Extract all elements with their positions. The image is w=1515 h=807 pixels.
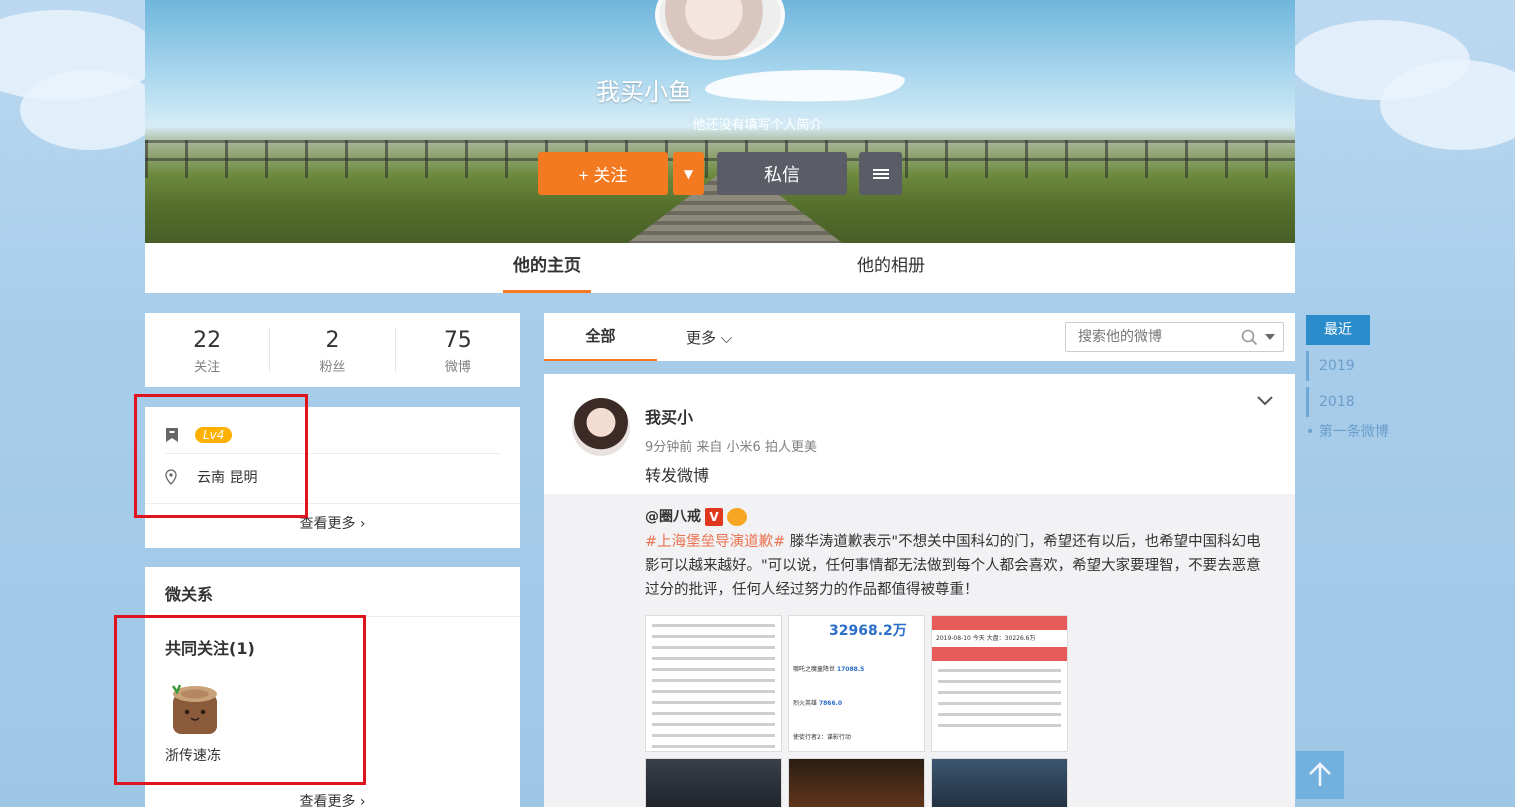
filter-all-tab[interactable]: 全部: [544, 313, 657, 361]
tab-home[interactable]: 他的主页: [503, 243, 591, 293]
cloud-decoration: [1380, 60, 1515, 150]
box-office-row: 烈火英雄 7866.0: [793, 698, 842, 707]
follow-button[interactable]: + 关注: [538, 152, 668, 195]
image-thumbnail[interactable]: 2019-08-10 今天 大盘：30226.6万: [931, 615, 1068, 752]
timeline-year-2018[interactable]: 2018: [1306, 387, 1456, 417]
stat-value: 75: [443, 328, 472, 353]
timeline-year-2019[interactable]: 2019: [1306, 351, 1456, 381]
stat-value: 22: [193, 328, 222, 353]
stat-value: 2: [325, 328, 340, 353]
profile-bio: 他还没有填写个人简介: [0, 114, 1515, 133]
member-icon: [727, 508, 747, 526]
cloud-decoration: [20, 70, 160, 150]
film-value: 17088.5: [836, 666, 865, 673]
hashtag-link[interactable]: #上海堡垒导演道歉#: [645, 534, 785, 550]
more-menu-button[interactable]: [859, 152, 902, 195]
relations-title: 微关系: [165, 585, 214, 604]
relations-more-link[interactable]: 查看更多 ›: [145, 791, 520, 807]
filter-more-dropdown[interactable]: 更多 ⌵: [686, 327, 732, 348]
highlight-box: [134, 394, 308, 518]
post-card: 我买小 9分钟前 来自 小米6 拍人更美 转发微博 @圈八戒 V #上海堡垒导演道…: [544, 374, 1295, 807]
box-office-total: 32968.2万: [829, 620, 907, 640]
profile-nickname: 我买小鱼: [596, 78, 692, 106]
profile-tabbar: 他的主页 他的相册: [145, 243, 1295, 293]
post-author-name[interactable]: 我买小: [645, 404, 693, 428]
profile-bio-text: 他还没有填写个人简介: [692, 118, 823, 133]
repost-body: #上海堡垒导演道歉# 滕华涛道歉表示"不想关中国科幻的门，希望还有以后，也希望中…: [645, 530, 1275, 602]
image-thumbnail[interactable]: [788, 758, 925, 807]
timeline-recent[interactable]: 最近: [1306, 315, 1370, 345]
message-button[interactable]: 私信: [717, 152, 847, 195]
stat-posts[interactable]: 75 微博: [396, 328, 520, 375]
repost-author[interactable]: @圈八戒 V: [645, 506, 747, 526]
follow-dropdown-button[interactable]: ▼: [673, 152, 704, 195]
post-text: 转发微博: [645, 466, 710, 485]
repost-author-name: @圈八戒: [645, 509, 701, 525]
image-thumbnail[interactable]: [645, 615, 782, 752]
menu-icon: [872, 167, 889, 181]
post-meta: 9分钟前 来自 小米6 拍人更美: [645, 440, 817, 455]
box-office-date: 2019-08-10 今天 大盘：30226.6万: [936, 635, 1036, 642]
search-icon[interactable]: [1241, 329, 1258, 346]
film-name: 使徒行者2：谍影行动: [793, 734, 851, 741]
post-search-input[interactable]: [1066, 323, 1226, 351]
arrow-up-icon: [1309, 762, 1331, 786]
film-name: 烈火英雄: [793, 700, 818, 707]
reposted-content: @圈八戒 V #上海堡垒导演道歉# 滕华涛道歉表示"不想关中国科幻的门，希望还有以…: [544, 494, 1295, 807]
stat-following[interactable]: 22 关注: [145, 328, 271, 375]
post-search-box: [1065, 322, 1284, 352]
image-thumbnail[interactable]: [931, 758, 1068, 807]
table-header: [932, 647, 1067, 661]
box-office-row: 哪吒之魔童降世 17088.5: [793, 664, 864, 673]
box-office-row: 使徒行者2：谍影行动: [793, 732, 851, 741]
stat-followers[interactable]: 2 粉丝: [270, 328, 396, 375]
image-thumbnail[interactable]: 32968.2万 哪吒之魔童降世 17088.5 烈火英雄 7866.0 使徒行…: [788, 615, 925, 752]
chevron-down-icon[interactable]: [1257, 396, 1273, 406]
feed-filter-bar: 全部 更多 ⌵: [544, 313, 1295, 361]
caret-down-icon[interactable]: [1265, 334, 1275, 341]
stat-label: 关注: [194, 360, 221, 375]
table-header: [932, 616, 1067, 630]
tab-album[interactable]: 他的相册: [857, 243, 925, 293]
timeline-first-post[interactable]: • 第一条微博: [1306, 421, 1456, 441]
box-office-unit: 万: [892, 623, 907, 639]
timeline-nav: 最近 2019 2018 • 第一条微博: [1306, 315, 1456, 441]
back-to-top-button[interactable]: [1296, 751, 1344, 799]
film-value: 7866.0: [818, 700, 843, 707]
image-thumbnail[interactable]: [645, 758, 782, 807]
box-office-value: 32968.2: [829, 623, 893, 639]
timeline-first-label: 第一条微博: [1318, 424, 1389, 440]
film-name: 哪吒之魔童降世: [793, 666, 836, 673]
highlight-box: [114, 615, 366, 785]
caret-down-icon: ▼: [683, 166, 694, 181]
post-author-avatar[interactable]: [572, 398, 630, 456]
stats-card: 22 关注 2 粉丝 75 微博: [145, 313, 520, 387]
stat-label: 微博: [444, 360, 471, 375]
verified-icon: V: [705, 508, 723, 526]
stat-label: 粉丝: [319, 360, 346, 375]
